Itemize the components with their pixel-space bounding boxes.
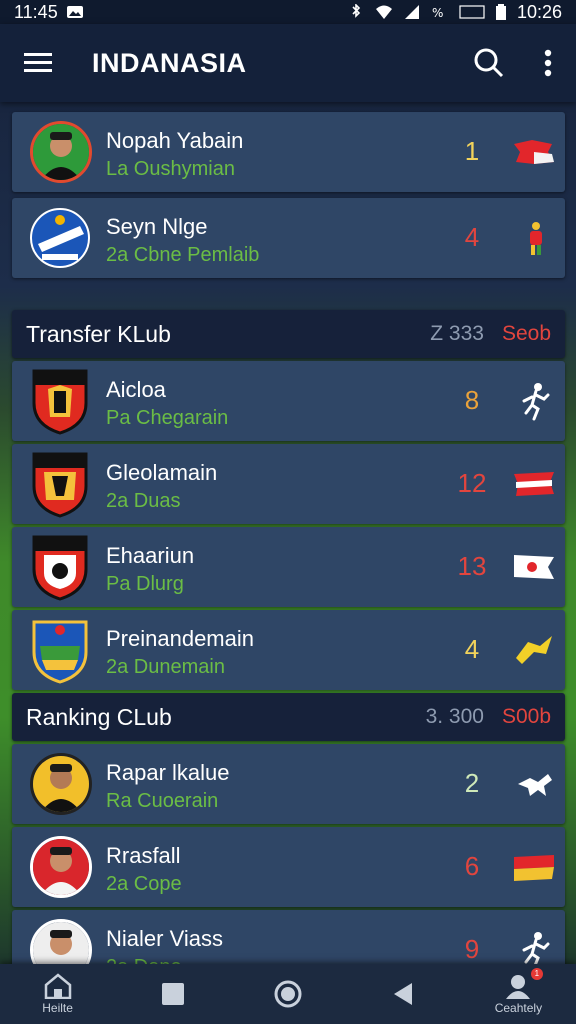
list-item[interactable]: Gleolamain 2a Duas 12	[12, 444, 565, 524]
item-rank: 9	[464, 934, 480, 964]
item-rank: 2	[464, 768, 480, 798]
club-crest-icon	[32, 620, 88, 684]
square-icon	[161, 983, 184, 1005]
item-name: Ehaariun	[106, 543, 195, 568]
player-avatar	[30, 121, 92, 183]
flag-icon	[516, 636, 552, 664]
more-vert-icon[interactable]	[544, 49, 552, 77]
profile-icon	[506, 975, 531, 999]
nav-home-button[interactable]	[230, 964, 345, 1024]
section-count: Z 333	[430, 322, 484, 345]
flag-icon	[514, 472, 554, 496]
list-item[interactable]: Aicloa Pa Chegarain 8	[12, 361, 565, 441]
nav-profile-label: Ceahtely	[494, 1001, 543, 1015]
section-header-transfer: Transfer KLub Z 333 Seob	[12, 310, 565, 358]
network-type-icon	[459, 5, 485, 19]
club-crest-icon	[30, 208, 90, 268]
item-rank: 13	[457, 551, 487, 581]
status-bar: 11:45 % 10:26	[0, 0, 576, 24]
nav-recents[interactable]	[115, 964, 230, 1024]
flag-icon	[514, 855, 554, 881]
club-crest-icon	[32, 369, 88, 435]
content-list[interactable]: Nopah Yabain La Oushymian 1 Seyn Nlge 2a…	[0, 102, 576, 990]
image-notification-icon	[66, 6, 83, 18]
flag-icon	[514, 140, 554, 164]
nav-profile[interactable]: 1 Ceahtely	[461, 964, 576, 1024]
section-count: 3. 300	[425, 705, 484, 728]
player-figure-icon	[530, 222, 542, 255]
section-stat: S00b	[501, 705, 551, 728]
nav-back[interactable]	[346, 964, 461, 1024]
section-title: Transfer KLub	[26, 320, 171, 347]
battery-icon	[495, 4, 506, 20]
app-title: INDANASIA	[92, 47, 247, 78]
list-item[interactable]: Rrasfall 2a Cope 6	[12, 827, 565, 907]
section-title: Ranking CLub	[26, 703, 172, 730]
data-icon: %	[432, 6, 443, 20]
item-subtitle: Pa Chegarain	[106, 407, 229, 429]
home-icon	[44, 973, 71, 999]
player-dive-icon	[518, 774, 552, 796]
item-name: Rrasfall	[106, 843, 181, 868]
nav-home-label: Heilte	[42, 1001, 73, 1015]
bluetooth-icon	[352, 4, 361, 18]
item-rank: 4	[464, 634, 480, 664]
status-time-right: 10:26	[516, 1, 562, 22]
menu-icon[interactable]	[24, 52, 52, 74]
flag-icon	[514, 555, 554, 579]
item-name: Preinandemain	[106, 626, 254, 651]
item-rank: 4	[464, 222, 480, 252]
wifi-icon	[375, 5, 392, 19]
club-crest-icon	[32, 452, 88, 518]
section-stat: Seob	[501, 322, 551, 345]
club-crest-icon	[32, 535, 88, 601]
status-time: 11:45	[14, 1, 58, 22]
item-subtitle: 2a Cope	[106, 873, 182, 895]
item-name: Aicloa	[106, 377, 166, 402]
section-header-ranking: Ranking CLub 3. 300 S00b	[12, 693, 565, 741]
item-name: Nopah Yabain	[106, 128, 244, 153]
item-subtitle: Ra Cuoerain	[106, 790, 219, 812]
app-bar: INDANASIA	[0, 24, 576, 102]
item-subtitle: 2a Duas	[106, 490, 181, 512]
item-rank: 12	[457, 468, 487, 498]
list-item[interactable]: Nopah Yabain La Oushymian 1	[12, 112, 565, 192]
signal-icon	[404, 5, 419, 19]
bottom-navigation: Heilte 1 Ceahtely	[0, 964, 576, 1024]
search-icon[interactable]	[474, 48, 504, 78]
item-subtitle: 2a Dunemain	[106, 656, 225, 678]
list-item[interactable]: Rapar lkalue Ra Cuoerain 2	[12, 744, 565, 824]
item-subtitle: Pa Dlurg	[106, 573, 184, 595]
item-rank: 8	[464, 385, 480, 415]
back-icon	[394, 983, 413, 1005]
item-name: Gleolamain	[106, 460, 218, 485]
circle-icon	[274, 980, 302, 1008]
item-name: Rapar lkalue	[106, 760, 230, 785]
svg-text:%: %	[432, 6, 443, 20]
item-name: Seyn Nlge	[106, 214, 208, 239]
item-rank: 6	[464, 851, 480, 881]
nav-home[interactable]: Heilte	[0, 964, 115, 1024]
player-avatar	[30, 753, 92, 815]
item-subtitle: La Oushymian	[106, 158, 235, 180]
item-rank: 1	[464, 136, 480, 166]
runner-icon	[522, 383, 550, 421]
list-item[interactable]: Seyn Nlge 2a Cbne Pemlaib 4	[12, 198, 565, 278]
player-avatar	[30, 836, 92, 898]
item-subtitle: 2a Cbne Pemlaib	[106, 244, 260, 266]
notification-badge: 1	[530, 968, 543, 980]
item-name: Nialer Viass	[106, 926, 223, 951]
list-item[interactable]: Preinandemain 2a Dunemain 4	[12, 610, 565, 690]
list-item[interactable]: Ehaariun Pa Dlurg 13	[12, 527, 565, 607]
